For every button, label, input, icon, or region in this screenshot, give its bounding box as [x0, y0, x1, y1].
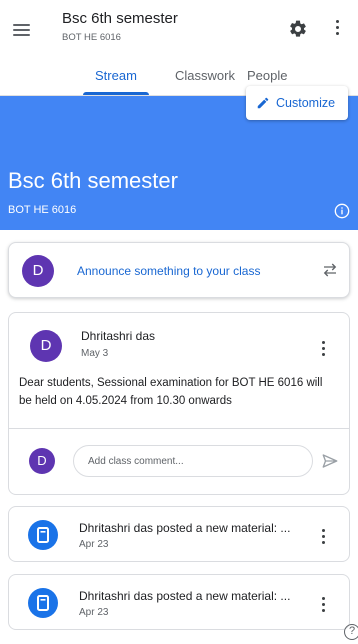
more-vert-icon[interactable]	[319, 527, 329, 547]
more-vert-icon[interactable]	[332, 16, 342, 40]
tab-people[interactable]: People	[247, 68, 287, 83]
info-icon[interactable]	[334, 203, 350, 219]
menu-icon[interactable]	[10, 18, 34, 42]
material-icon	[28, 588, 58, 618]
material-title: Dhritashri das posted a new material: ..…	[79, 521, 291, 535]
class-title: Bsc 6th semester	[62, 10, 178, 27]
divider	[9, 428, 349, 429]
pencil-icon	[257, 97, 269, 109]
material-card[interactable]: Dhritashri das posted a new material: ..…	[8, 574, 350, 630]
customize-label: Customize	[276, 96, 336, 110]
more-vert-icon[interactable]	[319, 339, 329, 359]
avatar: D	[22, 255, 54, 287]
material-date: Apr 23	[79, 607, 109, 618]
avatar: D	[30, 330, 62, 362]
settings-icon[interactable]	[288, 19, 308, 39]
help-icon[interactable]: ?	[344, 624, 358, 640]
banner-title: Bsc 6th semester	[8, 168, 178, 193]
class-subtitle: BOT HE 6016	[62, 32, 121, 43]
tab-stream[interactable]: Stream	[95, 68, 137, 83]
send-icon[interactable]	[321, 452, 339, 470]
material-card[interactable]: Dhritashri das posted a new material: ..…	[8, 506, 350, 562]
post-body: Dear students, Sessional examination for…	[19, 377, 323, 407]
material-date: Apr 23	[79, 539, 109, 550]
announce-card[interactable]: D Announce something to your class	[8, 242, 350, 298]
more-vert-icon[interactable]	[319, 595, 329, 615]
banner-subtitle: BOT HE 6016	[8, 204, 77, 216]
announce-prompt[interactable]: Announce something to your class	[77, 264, 260, 278]
customize-button[interactable]: Customize	[246, 86, 348, 120]
repost-icon[interactable]	[321, 261, 339, 279]
tab-classwork[interactable]: Classwork	[175, 68, 235, 83]
avatar: D	[29, 448, 55, 474]
post-date: May 3	[81, 348, 109, 359]
post-card: D Dhritashri das May 3 Dear students, Se…	[8, 312, 350, 495]
material-title: Dhritashri das posted a new material: ..…	[79, 589, 291, 603]
class-comment-input[interactable]	[73, 445, 313, 477]
top-app-bar: Bsc 6th semester BOT HE 6016	[0, 0, 358, 56]
material-icon	[28, 520, 58, 550]
post-author: Dhritashri das	[81, 329, 156, 343]
